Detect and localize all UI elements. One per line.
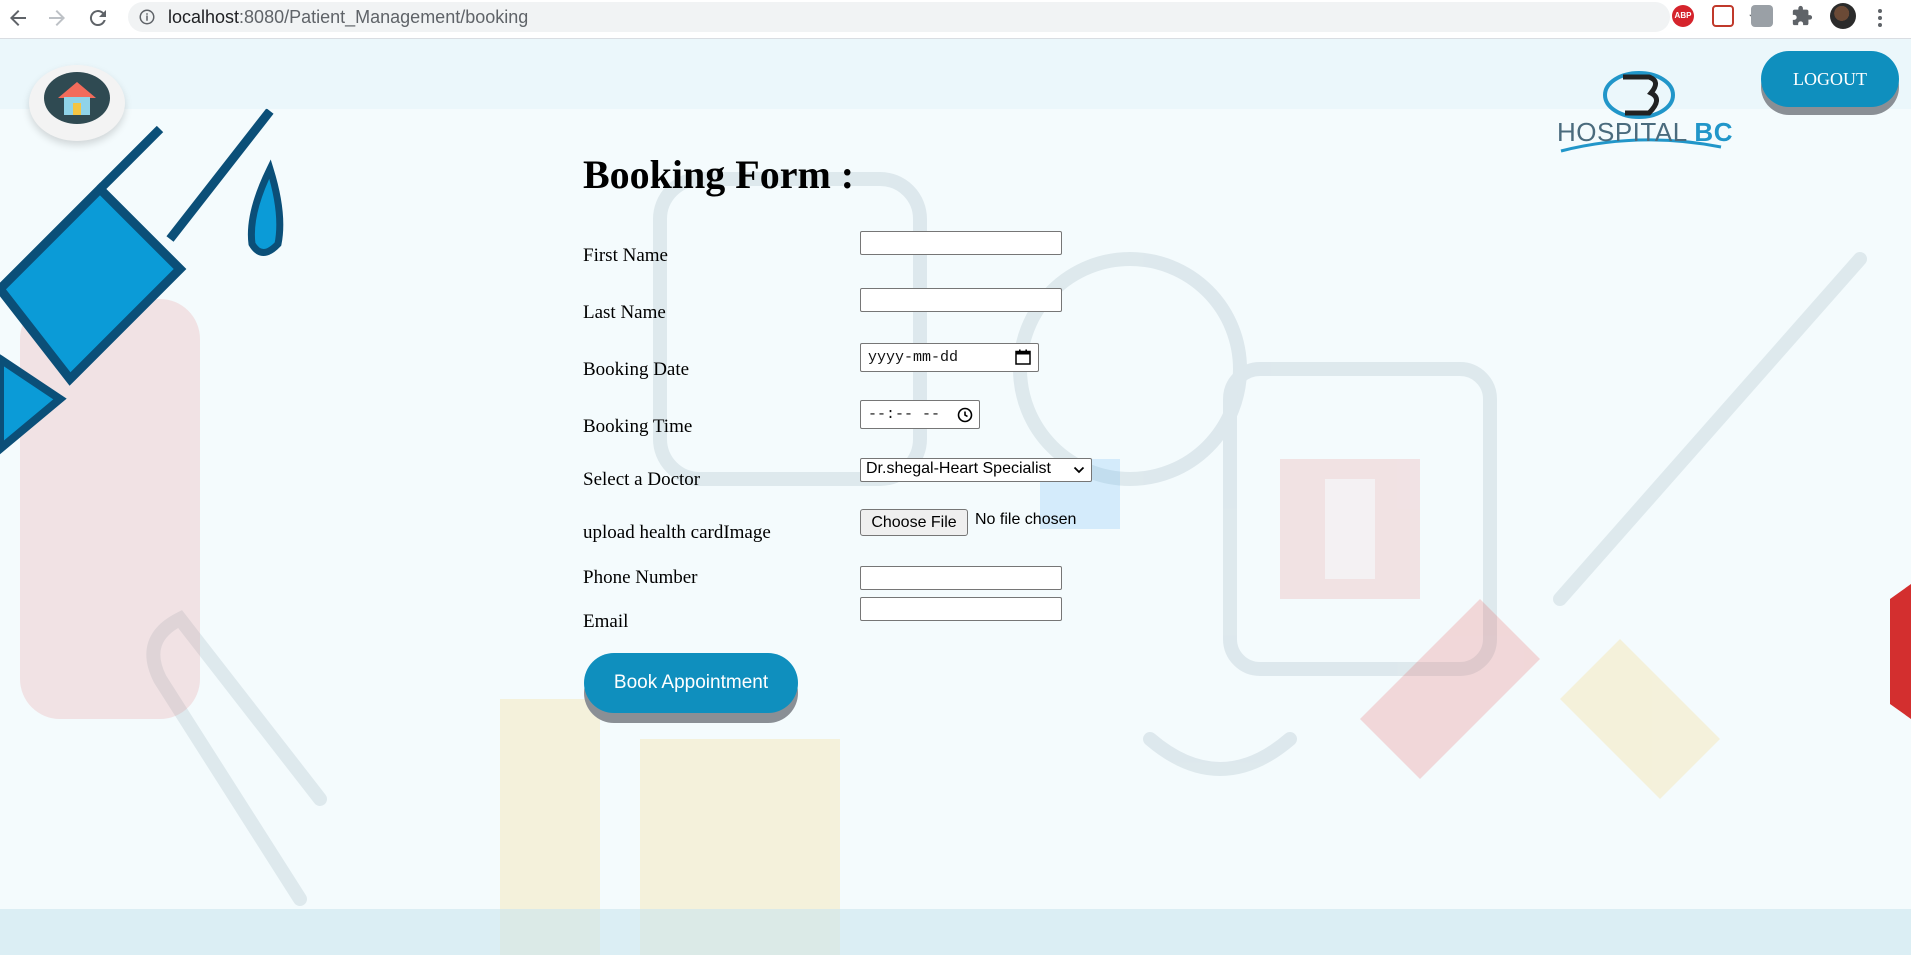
phone-label: Phone Number <box>583 567 698 588</box>
medical-background-illustration <box>0 108 1911 955</box>
form-title: Booking Form : <box>583 152 855 197</box>
url-text: localhost:8080/Patient_Management/bookin… <box>168 7 528 28</box>
reload-icon[interactable] <box>86 6 110 30</box>
footer-band <box>0 909 1911 955</box>
phone-input[interactable] <box>860 566 1062 590</box>
home-button[interactable] <box>29 65 125 141</box>
doctor-selected-value: Dr.shegal-Heart Specialist <box>866 460 1051 477</box>
first-name-input[interactable] <box>860 231 1062 255</box>
url-path: :8080/Patient_Management/booking <box>239 7 529 27</box>
info-icon[interactable] <box>138 8 156 26</box>
doctor-label: Select a Doctor <box>583 469 701 490</box>
chevron-down-icon <box>1073 466 1085 474</box>
adblock-extension-icon[interactable]: ABP <box>1672 5 1694 27</box>
file-status-text: No file chosen <box>975 511 1077 528</box>
browser-toolbar: localhost:8080/Patient_Management/bookin… <box>0 0 1911 39</box>
last-name-label: Last Name <box>583 302 666 323</box>
browser-menu-icon[interactable] <box>1876 6 1884 28</box>
booking-time-label: Booking Time <box>583 416 693 437</box>
profile-avatar[interactable] <box>1830 3 1856 29</box>
address-bar[interactable]: localhost:8080/Patient_Management/bookin… <box>128 2 1769 32</box>
booking-time-placeholder: --:-- -- <box>868 406 941 423</box>
doctor-select[interactable]: Dr.shegal-Heart Specialist <box>860 458 1092 482</box>
choose-file-button[interactable]: Choose File <box>860 509 968 536</box>
first-name-label: First Name <box>583 245 668 266</box>
booking-time-input[interactable]: --:-- -- <box>860 400 980 429</box>
calendar-icon[interactable] <box>1015 349 1031 365</box>
booking-date-placeholder: yyyy-mm-dd <box>868 349 959 366</box>
logo-text-accent: BC <box>1694 117 1733 147</box>
booking-date-input[interactable]: yyyy-mm-dd <box>860 343 1039 372</box>
logout-button[interactable]: LOGOUT <box>1761 51 1899 107</box>
booking-date-label: Booking Date <box>583 359 690 380</box>
home-icon <box>44 72 110 124</box>
hospital-logo <box>1560 71 1722 153</box>
email-input[interactable] <box>860 597 1062 621</box>
pocket-extension-icon[interactable] <box>1712 5 1734 27</box>
logo-text-main: HOSPITAL <box>1557 117 1695 147</box>
url-host: localhost <box>168 7 240 27</box>
last-name-input[interactable] <box>860 288 1062 312</box>
back-arrow-icon[interactable] <box>6 6 30 30</box>
extensions-puzzle-icon[interactable] <box>1791 5 1813 27</box>
extension-icon[interactable] <box>1751 5 1773 27</box>
hospital-logo-text: HOSPITAL BC <box>1557 117 1733 148</box>
email-label: Email <box>583 611 629 632</box>
clock-icon[interactable] <box>957 407 973 423</box>
page-body: HOSPITAL BC LOGOUT Booking Form : First … <box>0 39 1911 955</box>
health-card-label: upload health cardImage <box>583 522 771 543</box>
forward-arrow-icon[interactable] <box>45 6 69 30</box>
book-appointment-button[interactable]: Book Appointment <box>584 653 798 713</box>
